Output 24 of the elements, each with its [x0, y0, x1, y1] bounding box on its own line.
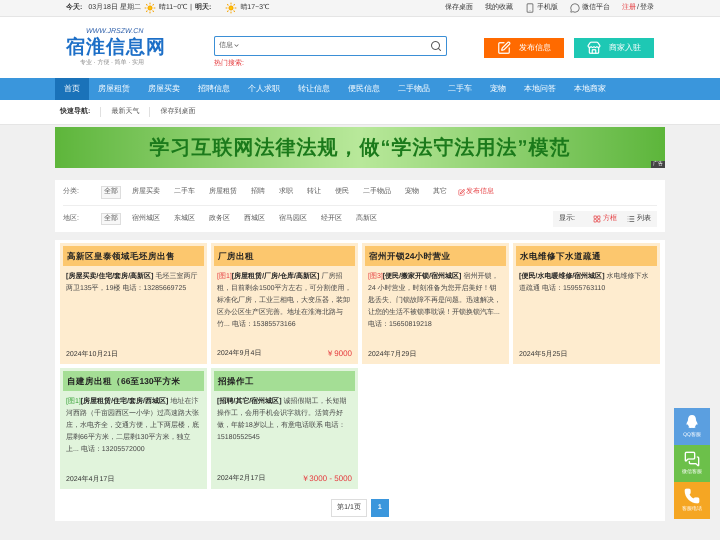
listing-title[interactable]: 水电维修下水道疏通	[516, 246, 657, 266]
store-icon	[587, 40, 601, 54]
phone-icon	[525, 3, 536, 13]
listing-price: ￥9000	[326, 348, 352, 360]
listing-title[interactable]: 招操作工	[214, 371, 355, 391]
chat-icon	[570, 3, 580, 13]
chat-icon	[684, 450, 700, 467]
search-icon[interactable]	[430, 40, 442, 52]
nav-tab[interactable]: 首页	[55, 78, 89, 100]
listing-title[interactable]: 宿州开锁24小时营业	[365, 246, 506, 266]
sun-icon	[225, 2, 238, 14]
listing-price: ￥3000 - 5000	[301, 473, 352, 485]
penguin-icon	[684, 414, 700, 430]
listing-title[interactable]: 自建房出租（66至130平方米	[63, 371, 204, 391]
phone-icon	[684, 488, 700, 504]
list-icon	[627, 215, 635, 223]
caret-icon	[233, 42, 240, 50]
grid-icon	[593, 215, 601, 223]
edit-icon	[458, 189, 465, 196]
edit-icon	[497, 40, 511, 54]
banner-text: 学习互联网法律法规，做“学法守法用法”模范	[150, 136, 570, 160]
listing-title[interactable]: 高新区皇泰领域毛坯房出售	[63, 246, 204, 266]
sun-icon	[144, 2, 156, 14]
listing-title[interactable]: 厂房出租	[214, 246, 355, 266]
